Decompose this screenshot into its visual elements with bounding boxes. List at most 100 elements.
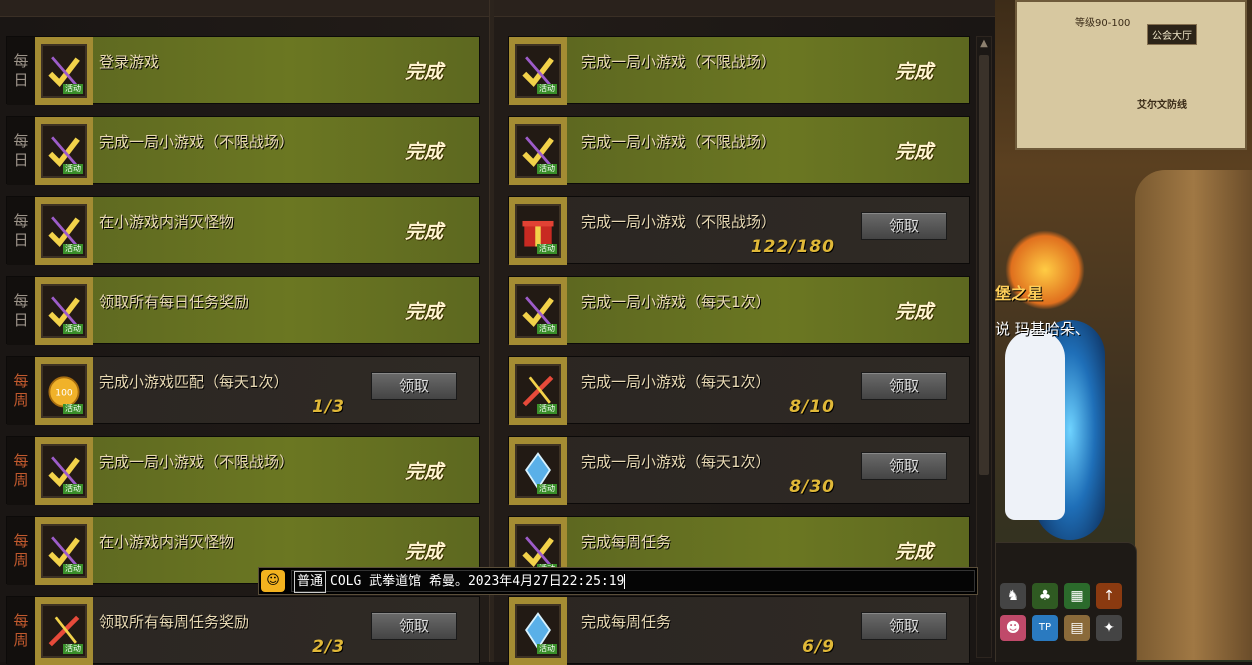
- event-badge: 活动: [63, 404, 83, 414]
- gift-icon: 活动: [515, 204, 561, 258]
- calendar-icon[interactable]: ▦: [1064, 583, 1090, 609]
- avatar-icon[interactable]: ☻: [1000, 615, 1026, 641]
- quest-row: 活动 完成一局小游戏（不限战场） 完成: [508, 116, 970, 185]
- quest-complete-label: 完成: [404, 301, 443, 323]
- quest-complete-label: 完成: [404, 541, 443, 563]
- quest-progress: 2/3: [312, 637, 345, 657]
- event-badge: 活动: [537, 484, 557, 494]
- check-icon: 活动: [41, 524, 87, 578]
- quest-period-tag: 每周: [7, 597, 35, 665]
- quest-name: 完成一局小游戏（每天1次）: [581, 453, 771, 471]
- quest-icon-frame: 100 活动: [35, 357, 93, 425]
- map-guild-label[interactable]: 公会大厅: [1147, 24, 1197, 45]
- npc-title: 堡之星: [995, 284, 1044, 303]
- claim-reward-button[interactable]: 领取: [371, 612, 457, 640]
- quest-complete-label: 完成: [894, 301, 933, 323]
- quest-progress: 8/30: [789, 477, 835, 497]
- quest-row: 每周活动 完成一局小游戏（不限战场） 完成: [6, 436, 480, 505]
- quest-period-char: 每: [13, 52, 29, 70]
- event-badge: 活动: [63, 164, 83, 174]
- quest-row: 每周活动 领取所有每周任务奖励 2/3 领取: [6, 596, 480, 665]
- quest-icon-frame: 活动: [509, 357, 567, 425]
- quest-period-tag: 每日: [7, 37, 35, 105]
- quest-name: 登录游戏: [99, 53, 160, 71]
- quest-icon-frame: 活动: [35, 197, 93, 265]
- quest-panel: 每日活动 登录游戏 完成每日活动 完成一局小游戏（不限战场） 完成每日活动 在小游戏内消灭…: [0, 0, 995, 665]
- game-scene: 堡之星 说 玛基哈朵、 等级90-100 公会大厅 艾尔文防线 ♞ ♣ ▦ ↑ …: [995, 0, 1252, 662]
- quest-row: 每日活动 领取所有每日任务奖励 完成: [6, 276, 480, 345]
- check-icon: 活动: [515, 44, 561, 98]
- quest-period-char: 周: [13, 471, 29, 489]
- quest-icon-frame: 活动: [35, 437, 93, 505]
- quest-name: 完成一局小游戏（不限战场）: [581, 213, 777, 231]
- crystal-icon: 活动: [515, 444, 561, 498]
- quest-complete-label: 完成: [404, 461, 443, 483]
- quest-progress: 6/9: [802, 637, 835, 657]
- quest-period-char: 每: [13, 212, 29, 230]
- quest-icon-frame: 活动: [35, 117, 93, 185]
- upgrade-icon[interactable]: ↑: [1096, 583, 1122, 609]
- emoji-icon[interactable]: ☺: [261, 570, 285, 592]
- quest-period-char: 周: [13, 551, 29, 569]
- scroll-up-icon[interactable]: ▲: [977, 37, 991, 51]
- quest-period-tag: 每日: [7, 277, 35, 345]
- quest-period-char: 每: [13, 372, 29, 390]
- chat-input[interactable]: 普通 COLG 武拳道馆 希曼。2023年4月27日22:25:19: [291, 570, 975, 593]
- quest-name: 完成一局小游戏（不限战场）: [581, 133, 777, 151]
- event-badge: 活动: [537, 644, 557, 654]
- quest-name: 完成每周任务: [581, 613, 672, 631]
- event-badge: 活动: [537, 84, 557, 94]
- sword-icon: 活动: [515, 364, 561, 418]
- quest-period-tag: 每日: [7, 197, 35, 265]
- quest-row: 活动 完成一局小游戏（不限战场） 完成: [508, 36, 970, 105]
- quest-name: 在小游戏内消灭怪物: [99, 213, 235, 231]
- quest-period-tag: 每日: [7, 117, 35, 185]
- claim-reward-button[interactable]: 领取: [861, 612, 947, 640]
- chat-channel-label[interactable]: 普通: [294, 571, 327, 593]
- claim-reward-button[interactable]: 领取: [861, 212, 947, 240]
- wand-icon[interactable]: ✦: [1096, 615, 1122, 641]
- npc-character[interactable]: [1005, 330, 1065, 520]
- quest-period-char: 每: [13, 452, 29, 470]
- quest-icon-frame: 活动: [35, 597, 93, 665]
- event-badge: 活动: [537, 244, 557, 254]
- quest-icon-frame: 活动: [509, 117, 567, 185]
- quest-icon-frame: 活动: [509, 437, 567, 505]
- panel-top-bar: [0, 0, 995, 17]
- quest-period-char: 每: [13, 132, 29, 150]
- scroll-thumb[interactable]: [979, 55, 989, 475]
- quest-name: 完成一局小游戏（每天1次）: [581, 373, 771, 391]
- quest-complete-label: 完成: [894, 541, 933, 563]
- coin-icon: 100 活动: [41, 364, 87, 418]
- sprout-icon[interactable]: ♣: [1032, 583, 1058, 609]
- quest-name: 完成一局小游戏（每天1次）: [581, 293, 771, 311]
- quest-period-char: 日: [13, 151, 29, 169]
- npc-name: 说 玛基哈朵、: [995, 320, 1090, 338]
- check-icon: 活动: [41, 284, 87, 338]
- crystal-icon: 活动: [515, 604, 561, 658]
- book-icon[interactable]: ▤: [1064, 615, 1090, 641]
- event-badge: 活动: [63, 84, 83, 94]
- event-badge: 活动: [537, 164, 557, 174]
- event-badge: 活动: [63, 244, 83, 254]
- quest-row: 活动 完成一局小游戏（每天1次） 完成: [508, 276, 970, 345]
- claim-reward-button[interactable]: 领取: [861, 452, 947, 480]
- quest-progress: 8/10: [789, 397, 835, 417]
- quest-row: 活动 完成一局小游戏（不限战场） 122/180 领取: [508, 196, 970, 265]
- chat-bar: ☺ 普通 COLG 武拳道馆 希曼。2023年4月27日22:25:19: [258, 567, 978, 595]
- event-badge: 活动: [63, 324, 83, 334]
- quest-complete-label: 完成: [894, 141, 933, 163]
- tp-icon[interactable]: TP: [1032, 615, 1058, 641]
- hud-icon-panel: ♞ ♣ ▦ ↑ ☻ TP ▤ ✦: [995, 542, 1137, 662]
- column-divider: [489, 0, 494, 662]
- event-badge: 活动: [537, 404, 557, 414]
- quest-scrollbar[interactable]: ▲: [976, 36, 992, 658]
- minimap[interactable]: 等级90-100 公会大厅 艾尔文防线: [1015, 0, 1247, 150]
- quest-period-tag: 每周: [7, 517, 35, 585]
- character-icon[interactable]: ♞: [1000, 583, 1026, 609]
- claim-reward-button[interactable]: 领取: [371, 372, 457, 400]
- quest-complete-label: 完成: [404, 221, 443, 243]
- sword-icon: 活动: [41, 604, 87, 658]
- quest-row: 每日活动 完成一局小游戏（不限战场） 完成: [6, 116, 480, 185]
- claim-reward-button[interactable]: 领取: [861, 372, 947, 400]
